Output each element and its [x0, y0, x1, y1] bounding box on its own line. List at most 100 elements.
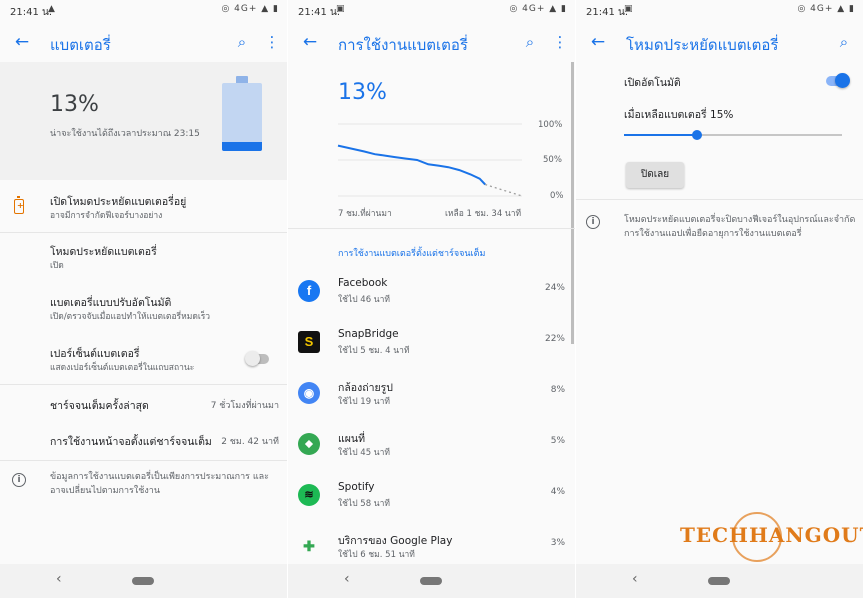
navigation-bar: ‹: [0, 564, 287, 598]
status-icons: ◎ 4G+ ▲ ▮: [509, 4, 567, 14]
x-end-label: เหลือ 1 ชม. 34 นาที: [445, 209, 522, 219]
app-bar: ← โหมดประหยัดแบตเตอรี่ ⌕: [576, 28, 863, 60]
info-icon: i: [12, 473, 26, 487]
battery-saver-note: โหมดประหยัดแบตเตอรี่จะปิดบางฟีเจอร์ในอุป…: [624, 215, 856, 239]
image-notification-icon: ▣: [624, 4, 633, 14]
app-usage: ใช้ไป 5 ชม. 4 นาที: [338, 346, 410, 356]
back-arrow-icon[interactable]: ←: [12, 32, 32, 52]
nav-back-icon[interactable]: ‹: [56, 571, 62, 587]
nav-back-icon[interactable]: ‹: [632, 571, 638, 587]
slider-thumb[interactable]: [691, 130, 702, 140]
status-bar: 21:41 น. ▲ ◎ 4G+ ▲ ▮: [0, 0, 287, 24]
app-usage: ใช้ไป 19 นาที: [338, 397, 390, 407]
warning-icon: ▲: [48, 4, 55, 14]
divider: [288, 228, 575, 229]
row-subtitle: อาจมีการจำกัดฟีเจอร์บางอย่าง: [50, 211, 163, 221]
camera-icon: ◉: [298, 382, 320, 404]
app-usage: ใช้ไป 6 ชม. 51 นาที: [338, 550, 415, 560]
app-usage: ใช้ไป 45 นาที: [338, 448, 390, 458]
nav-home-pill[interactable]: [420, 577, 442, 585]
battery-estimate: น่าจะใช้งานได้ถึงเวลาประมาณ 23:15: [50, 129, 200, 139]
status-icons: ◎ 4G+ ▲ ▮: [221, 4, 279, 14]
row-value: 2 ชม. 42 นาที: [221, 437, 279, 447]
screen-usage-row: การใช้งานหน้าจอตั้งแต่ชาร์จจนเต็ม 2 ชม. …: [0, 433, 287, 453]
more-options-icon[interactable]: ⋮: [550, 32, 570, 52]
row-subtitle: เปิด: [50, 261, 64, 271]
row-value: 7 ชั่วโมงที่ผ่านมา: [210, 401, 279, 411]
row-title: ชาร์จจนเต็มครั้งล่าสุด: [50, 400, 149, 412]
status-time: 21:41 น.: [586, 7, 629, 18]
battery-saver-on-row[interactable]: เปิดโหมดประหยัดแบตเตอรี่อยู่ อาจมีการจำก…: [0, 193, 287, 229]
battery-saver-screen: 21:41 น. ▣ ◎ 4G+ ▲ ▮ ← โหมดประหยัดแบตเตอ…: [576, 0, 863, 598]
battery-projection-line: [485, 183, 523, 197]
y-tick-label: 50%: [543, 155, 562, 165]
battery-percentage-row[interactable]: เปอร์เซ็นต์แบตเตอรี่ แสดงเปอร์เซ็นต์แบตเ…: [0, 345, 287, 381]
section-header: การใช้งานแบตเตอรี่ตั้งแต่ชาร์จจนเต็ม: [338, 249, 486, 259]
navigation-bar: ‹: [288, 564, 575, 598]
app-row-facebook[interactable]: f Facebook ใช้ไป 46 นาที 24%: [288, 277, 575, 330]
divider: [0, 460, 287, 461]
divider: [0, 384, 287, 385]
battery-screen: 21:41 น. ▲ ◎ 4G+ ▲ ▮ ← แบตเตอรี่ ⌕ ⋮ 13%…: [0, 0, 287, 598]
row-subtitle: แสดงเปอร์เซ็นต์แบตเตอรี่ในแถบสถานะ: [50, 363, 195, 373]
spotify-icon: ≋: [298, 484, 320, 506]
status-icons: ◎ 4G+ ▲ ▮: [797, 4, 855, 14]
navigation-bar: ‹: [576, 564, 863, 598]
nav-back-icon[interactable]: ‹: [344, 571, 350, 587]
nav-home-pill[interactable]: [708, 577, 730, 585]
adaptive-battery-row[interactable]: แบตเตอรี่แบบปรับอัตโนมัติ เปิด/ตรวจจับเม…: [0, 294, 287, 330]
search-icon[interactable]: ⌕: [232, 32, 252, 52]
page-title: แบตเตอรี่: [50, 36, 111, 54]
image-notification-icon: ▣: [336, 4, 345, 14]
app-row-snapbridge[interactable]: S SnapBridge ใช้ไป 5 ชม. 4 นาที 22%: [288, 328, 575, 381]
nav-home-pill[interactable]: [132, 577, 154, 585]
techhangout-watermark: TECHHANGOUT: [680, 523, 863, 547]
app-percent: 3%: [550, 538, 565, 548]
app-name: Facebook: [338, 277, 388, 289]
divider: [0, 232, 287, 233]
app-bar: ← แบตเตอรี่ ⌕ ⋮: [0, 28, 287, 60]
battery-saver-row[interactable]: โหมดประหยัดแบตเตอรี่ เปิด: [0, 243, 287, 279]
page-title: การใช้งานแบตเตอรี่: [338, 36, 468, 54]
google-play-services-icon: ✚: [298, 535, 320, 557]
battery-history-chart: [337, 123, 523, 197]
app-row-maps[interactable]: ⬥ แผนที่ ใช้ไป 45 นาที 5%: [288, 433, 575, 483]
app-row-camera[interactable]: ◉ กล้องถ่ายรูป ใช้ไป 19 นาที 8%: [288, 382, 575, 432]
y-tick-label: 0%: [550, 191, 564, 201]
last-full-charge-row: ชาร์จจนเต็มครั้งล่าสุด 7 ชั่วโมงที่ผ่านม…: [0, 397, 287, 417]
battery-summary: 13% น่าจะใช้งานได้ถึงเวลาประมาณ 23:15: [0, 62, 287, 180]
app-percent: 24%: [544, 283, 565, 293]
auto-on-label: เปิดอัตโนมัติ: [624, 77, 681, 89]
status-time: 21:41 น.: [298, 7, 341, 18]
app-percent: 22%: [544, 334, 565, 344]
more-options-icon[interactable]: ⋮: [262, 32, 282, 52]
turn-off-now-button[interactable]: ปิดเลย: [626, 162, 684, 188]
battery-level-fill: [222, 142, 262, 151]
battery-level-icon: [222, 83, 262, 151]
snapbridge-icon: S: [298, 331, 320, 353]
search-icon[interactable]: ⌕: [834, 32, 854, 52]
row-title: โหมดประหยัดแบตเตอรี่: [50, 246, 157, 258]
threshold-slider[interactable]: [624, 130, 842, 140]
app-usage: ใช้ไป 58 นาที: [338, 499, 390, 509]
maps-icon: ⬥: [298, 433, 320, 455]
row-title: การใช้งานหน้าจอตั้งแต่ชาร์จจนเต็ม: [50, 436, 212, 448]
x-start-label: 7 ชม.ที่ผ่านมา: [338, 209, 392, 219]
app-bar: ← การใช้งานแบตเตอรี่ ⌕ ⋮: [288, 28, 575, 60]
threshold-label: เมื่อเหลือแบตเตอรี่ 15%: [624, 109, 734, 121]
facebook-icon: f: [298, 280, 320, 302]
app-percent: 4%: [550, 487, 565, 497]
app-row-spotify[interactable]: ≋ Spotify ใช้ไป 58 นาที 4%: [288, 481, 575, 534]
auto-on-toggle[interactable]: [826, 73, 850, 88]
search-icon[interactable]: ⌕: [520, 32, 540, 52]
battery-history-line: [337, 144, 486, 186]
back-arrow-icon[interactable]: ←: [300, 32, 320, 52]
slider-fill: [624, 134, 697, 136]
divider: [576, 199, 863, 200]
battery-percent: 13%: [50, 92, 99, 117]
back-arrow-icon[interactable]: ←: [588, 32, 608, 52]
battery-usage-screen: 21:41 น. ▣ ◎ 4G+ ▲ ▮ ← การใช้งานแบตเตอรี…: [288, 0, 575, 598]
battery-percentage-toggle[interactable]: [245, 351, 269, 366]
battery-info-text: ข้อมูลการใช้งานแบตเตอรี่เป็นเพียงการประม…: [50, 472, 269, 496]
app-name: SnapBridge: [338, 328, 399, 340]
